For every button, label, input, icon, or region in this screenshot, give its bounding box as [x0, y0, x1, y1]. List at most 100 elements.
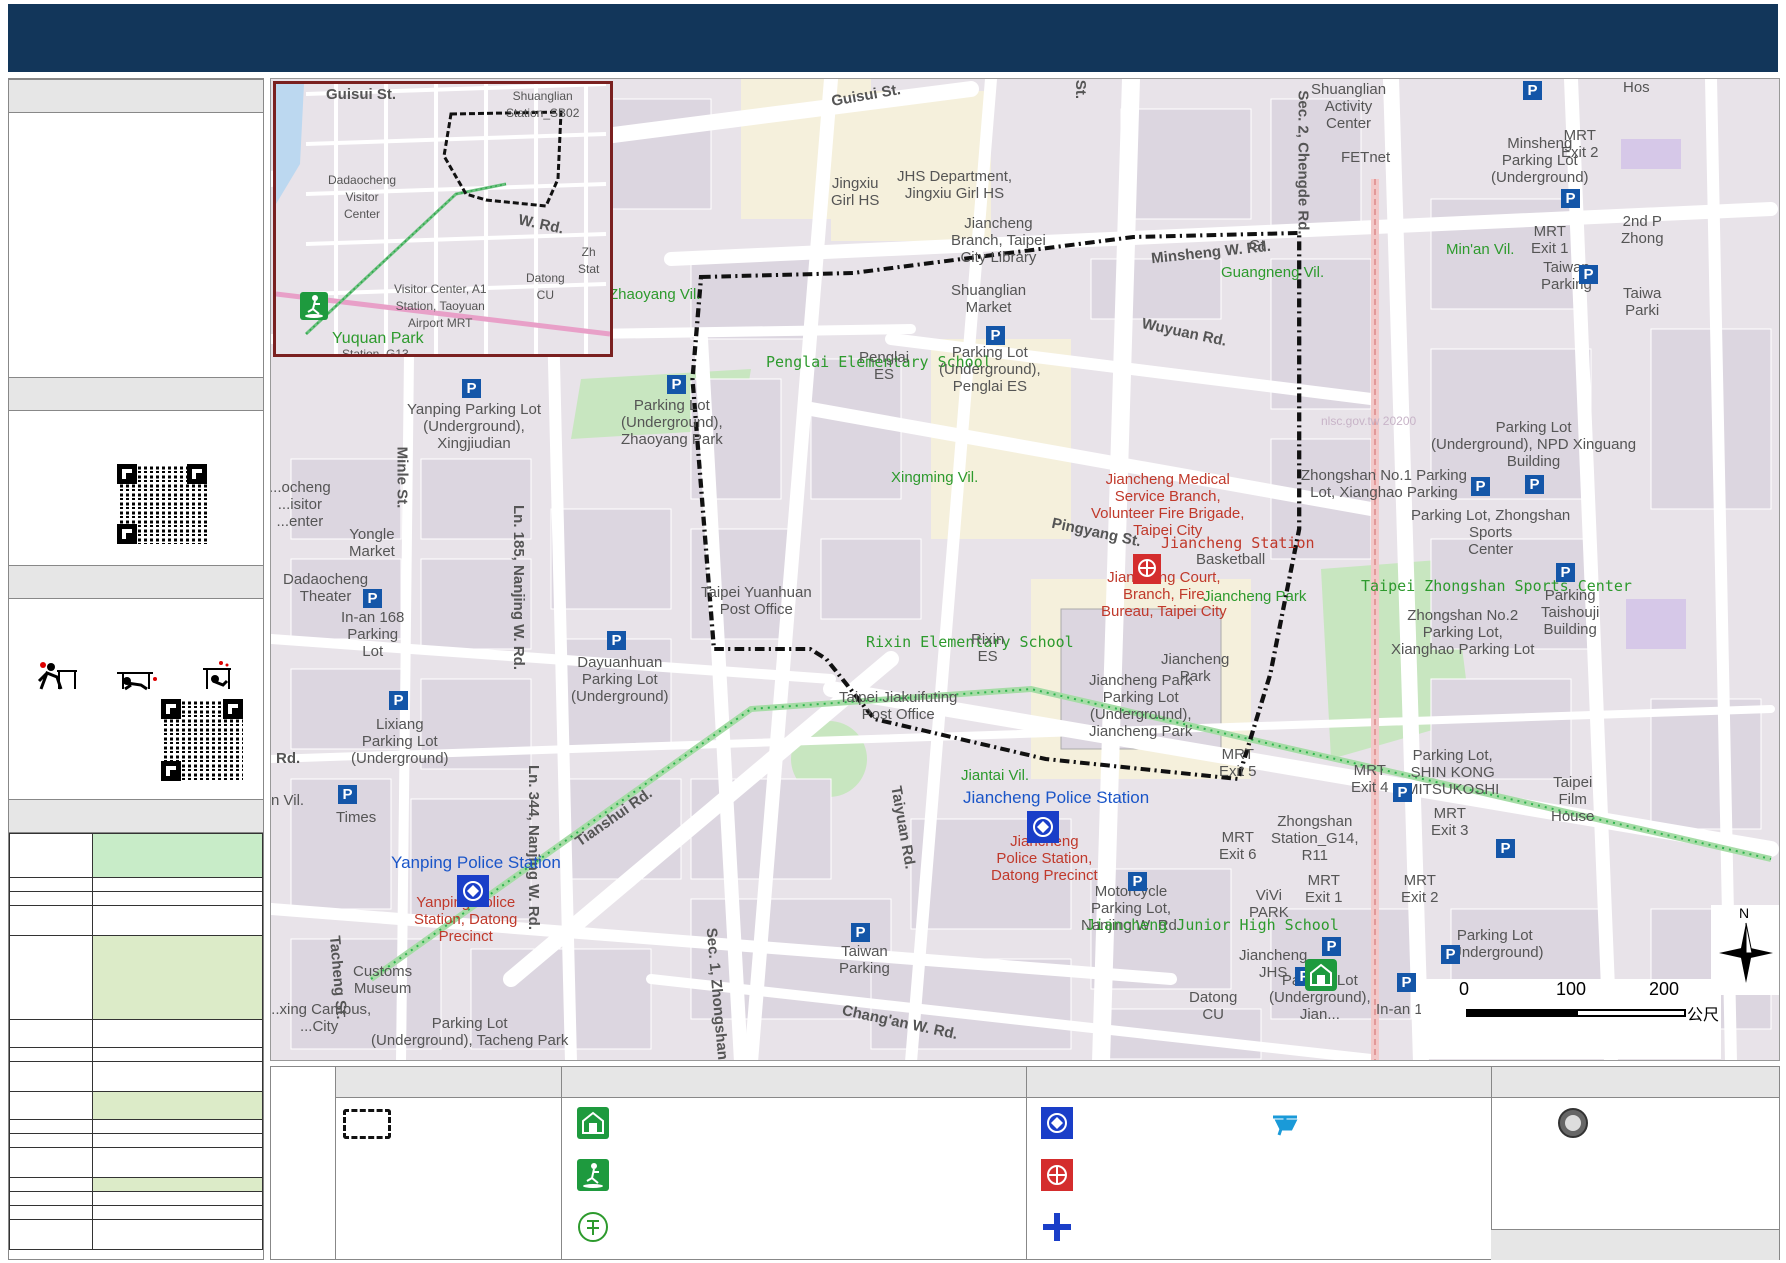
- info-sidebar: [8, 78, 264, 1260]
- place-label: Datong CU: [1189, 989, 1238, 1023]
- place-label: Parking Lot, SHIN KONG MITSUKOSHI: [1406, 747, 1500, 798]
- park-label: Jiancheng Park: [1203, 588, 1307, 605]
- inset-label: Shuanglian Station_SB02: [506, 89, 580, 120]
- place-label: Parking Lot (Underground): [1446, 927, 1544, 961]
- place-label: Zhongshan No.2 Parking Lot, Xianghao Par…: [1391, 607, 1535, 658]
- parking-icon[interactable]: P: [1561, 189, 1580, 208]
- contact-table: [9, 833, 263, 1250]
- reserve-legend-icon: [578, 1212, 608, 1242]
- place-label: Zhongshan Station_G14, R11: [1271, 813, 1359, 864]
- place-label: MRT Exit 4: [1351, 762, 1389, 796]
- place-label: Jiancheng Station: [1161, 534, 1315, 552]
- police-station-icon[interactable]: [457, 875, 489, 907]
- place-label: Parking Lot (Underground), Zhaoyang Park: [621, 397, 723, 448]
- place-label: Jingxiu Girl HS: [831, 175, 880, 209]
- map-panel[interactable]: Guisui St. Minsheng W. Rd. Wuyuan Rd. Pi…: [270, 78, 1780, 1061]
- place-label: Times: [336, 809, 377, 826]
- place-label: Dayuanhuan Parking Lot (Underground): [571, 654, 669, 705]
- parking-icon[interactable]: P: [1322, 937, 1341, 956]
- place-label: Yanping Parking Lot (Underground), Xingj…: [407, 401, 541, 452]
- qr-code[interactable]: [117, 464, 207, 544]
- place-label: MRT Exit 1: [1531, 223, 1569, 257]
- place-label: Rixin ES: [971, 631, 1005, 665]
- parking-icon[interactable]: P: [1471, 477, 1490, 496]
- parking-icon[interactable]: P: [607, 631, 626, 650]
- legend-divider: [561, 1067, 562, 1259]
- place-label: JHS Department, Jingxiu Girl HS: [897, 168, 1013, 202]
- parking-icon[interactable]: P: [986, 326, 1005, 345]
- inset-label: Yuquan Park: [332, 330, 424, 347]
- place-label: Taipei Yuanhuan Post Office: [701, 584, 812, 618]
- place-label: Taiwan Parking: [839, 943, 890, 977]
- place-label: Dadaocheng Theater: [283, 571, 369, 605]
- parking-icon[interactable]: P: [338, 785, 357, 804]
- scale-unit: 公尺: [1687, 1007, 1720, 1024]
- inset-label: Station_G13: [342, 347, 409, 357]
- parking-icon[interactable]: P: [1556, 563, 1575, 582]
- parking-icon[interactable]: P: [1441, 945, 1460, 964]
- place-label: Hos: [1623, 79, 1650, 96]
- police-station-icon[interactable]: [1027, 811, 1059, 843]
- place-label: Shuanglian Activity Center: [1311, 81, 1387, 132]
- parking-icon[interactable]: P: [1496, 839, 1515, 858]
- parking-icon[interactable]: P: [1393, 783, 1412, 802]
- shelter-legend-icon: [577, 1107, 609, 1139]
- cover-icon: [117, 672, 157, 691]
- place-label: Minsheng Parking Lot (Underground): [1491, 135, 1589, 186]
- place-label: Basketball: [1196, 551, 1266, 568]
- place-label: Taipei Jiakuifuting Post Office: [839, 689, 958, 723]
- place-label: 2nd P Zhong: [1621, 213, 1664, 247]
- parking-icon[interactable]: P: [363, 589, 382, 608]
- inset-label: Datong CU: [526, 271, 565, 302]
- place-label: Shuanglian Market: [951, 282, 1027, 316]
- road-label: Minle St.: [393, 446, 411, 509]
- parking-icon[interactable]: P: [1579, 265, 1598, 284]
- place-label: MRT Exit 1: [1305, 872, 1343, 906]
- place-label: Jiancheng Park: [1161, 651, 1230, 685]
- place-label: ...ocheng ...isitor ...enter: [270, 479, 331, 530]
- boundary-legend-icon: [343, 1109, 391, 1139]
- sidebar-header-2: [9, 377, 263, 411]
- parking-icon[interactable]: P: [462, 379, 481, 398]
- earthquake-safety-icons: [37, 661, 231, 691]
- village-label: Min'an Vil.: [1446, 241, 1515, 258]
- parking-icon[interactable]: P: [1523, 81, 1542, 100]
- parking-icon[interactable]: P: [1397, 973, 1416, 992]
- place-label: Taipei Film House: [1551, 774, 1595, 825]
- drop-icon: [37, 662, 77, 690]
- qr-code-2[interactable]: [161, 699, 243, 781]
- parking-icon[interactable]: P: [1128, 872, 1147, 891]
- place-label: Customs Museum: [353, 963, 413, 997]
- village-label: Jiantai Vil.: [961, 767, 1030, 784]
- fire-station-icon[interactable]: [1133, 554, 1161, 584]
- place-label: Jiancheng Branch, Taipei City Library: [951, 215, 1046, 266]
- inset-label: Guisui St.: [326, 86, 397, 103]
- fire-legend-icon: [1041, 1159, 1073, 1191]
- sidebar-header-3: [9, 565, 263, 599]
- place-label: In-an 168 Parking Lot: [341, 609, 405, 660]
- shelter-icon[interactable]: [1305, 959, 1337, 991]
- legend-divider: [335, 1067, 336, 1259]
- place-label: Zhongshan No.1 Parking Lot, Xianghao Par…: [1301, 467, 1467, 501]
- parking-icon[interactable]: P: [851, 923, 870, 942]
- parking-icon[interactable]: P: [667, 375, 686, 394]
- police-label: Jiancheng Police Station: [963, 788, 1150, 807]
- parking-icon[interactable]: P: [1525, 475, 1544, 494]
- place-label: Penglai ES: [859, 349, 910, 383]
- place-label: MRT Exit 6: [1219, 829, 1257, 863]
- parking-icon[interactable]: P: [389, 691, 408, 710]
- legend-footer: [1491, 1229, 1779, 1260]
- place-label: Parking Lot (Underground), NPD Xinguang …: [1431, 419, 1637, 470]
- village-label: Guangneng Vil.: [1221, 264, 1325, 281]
- place-label: Gt: [1249, 237, 1265, 254]
- place-label: FETnet: [1341, 149, 1391, 166]
- title-banner: [8, 4, 1778, 72]
- evacuation-park-icon[interactable]: [300, 292, 328, 320]
- road-label: Ln. 185, Nanjing W. Rd.: [510, 504, 528, 671]
- helipad-legend-icon: [1273, 1115, 1298, 1136]
- place-label: Parking Lot (Underground), Penglai ES: [939, 344, 1041, 395]
- inset-label: Visitor Center, A1 Station, Taoyuan Airp…: [394, 282, 487, 330]
- overview-inset-map[interactable]: Guisui St. Shuanglian Station_SB02 Dadao…: [273, 81, 613, 357]
- inset-label: Zh Stat: [578, 245, 600, 276]
- school-label: Rixin Elementary School: [866, 633, 1074, 651]
